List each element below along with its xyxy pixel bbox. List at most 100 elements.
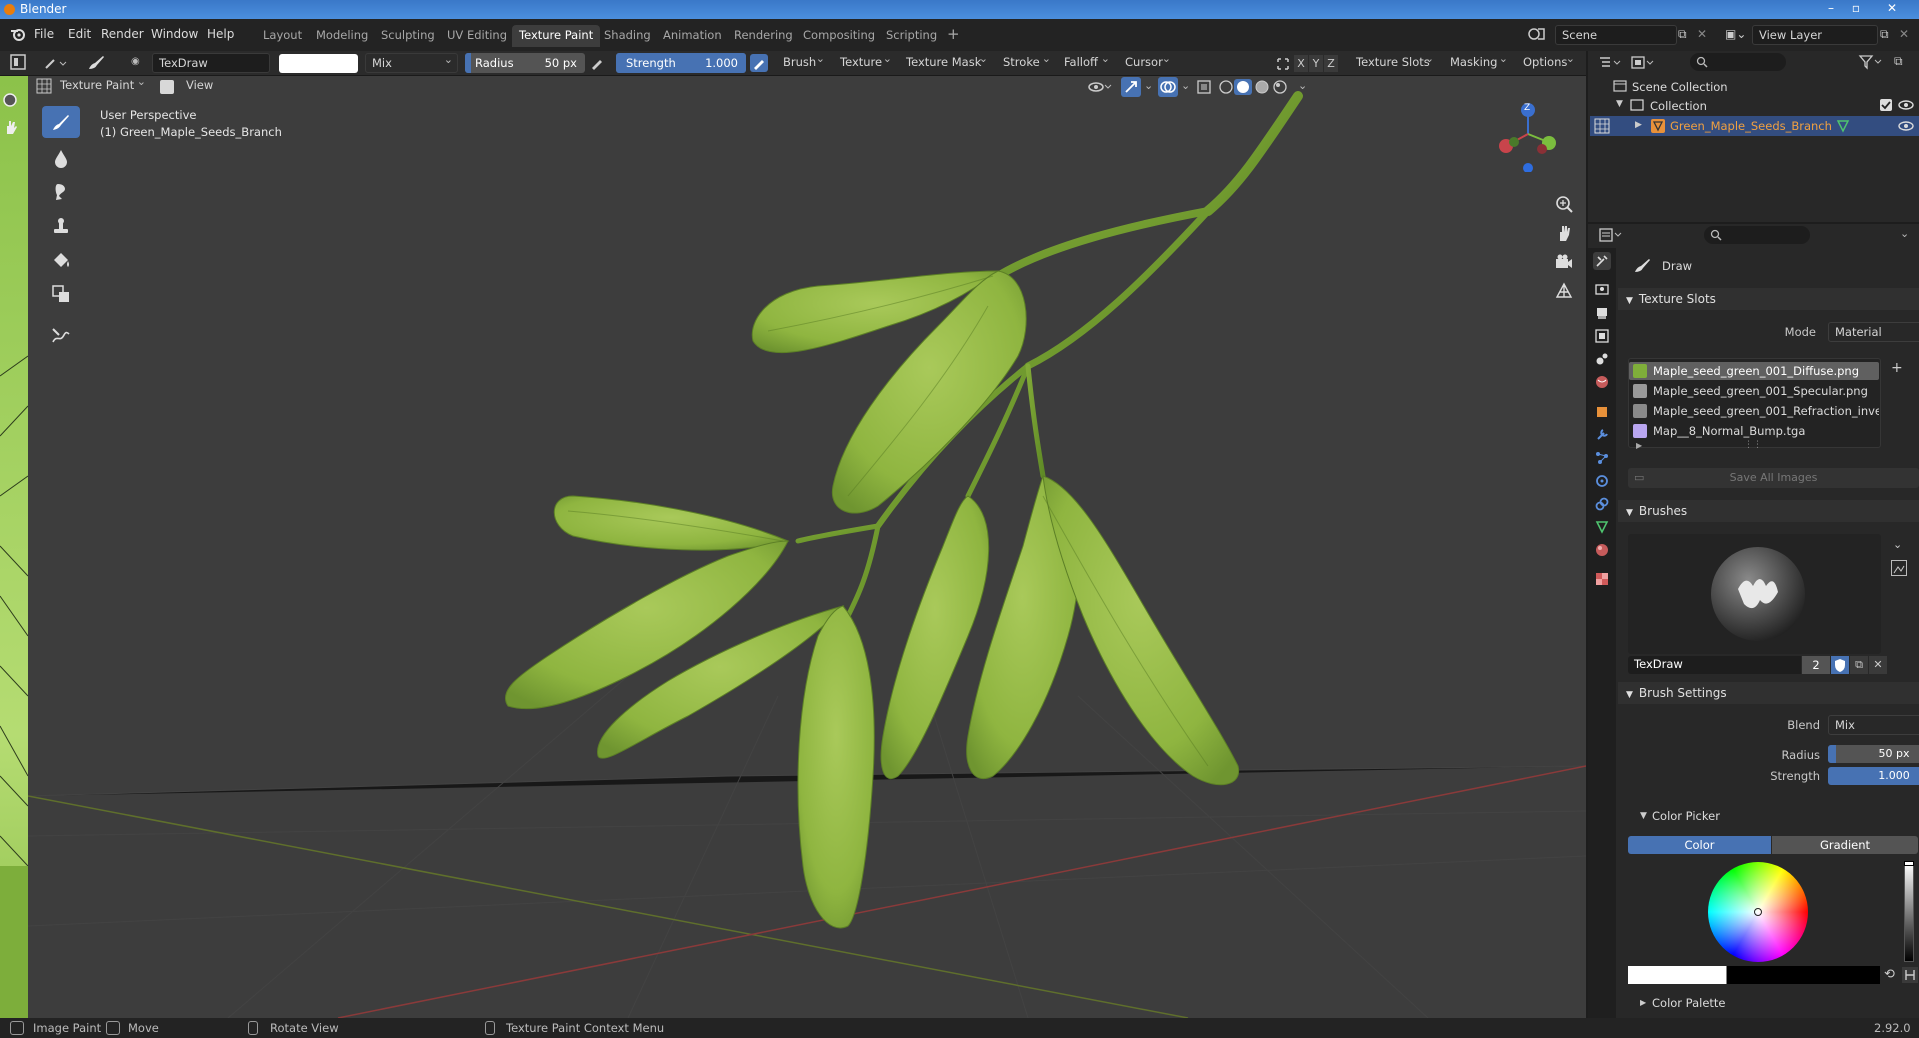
brush-blend-dropdown[interactable]: Mix <box>1828 715 1919 735</box>
tab-data-icon[interactable] <box>1593 518 1611 536</box>
save-all-images-button[interactable]: ▭ Save All Images <box>1628 468 1919 488</box>
editor-type-icon[interactable] <box>10 54 28 72</box>
tab-world-icon[interactable] <box>1593 373 1611 391</box>
close-window-button[interactable]: ✕ <box>1870 1 1914 17</box>
brush-list-chevron-icon[interactable]: ⌄ <box>1893 538 1902 551</box>
scene-selector-icon[interactable] <box>1527 25 1553 45</box>
mode-dropdown[interactable]: Texture Paint <box>54 76 150 96</box>
menu-file[interactable]: File <box>34 27 54 41</box>
navigation-gizmo[interactable]: Z <box>1494 102 1564 172</box>
brush-settings-panel-header[interactable]: ▼ Brush Settings <box>1618 682 1919 704</box>
tab-shading[interactable]: Shading <box>597 25 658 47</box>
add-texture-slot-button[interactable]: + <box>1891 360 1903 376</box>
tab-animation[interactable]: Animation <box>656 25 729 47</box>
tab-particles-icon[interactable] <box>1593 449 1611 467</box>
menu-window[interactable]: Window <box>151 27 198 41</box>
strength-pressure-icon[interactable] <box>750 54 768 72</box>
list-resize-handle-icon[interactable]: ⋮⋮ <box>1744 440 1762 450</box>
brush-menu[interactable]: Brush <box>777 53 829 73</box>
color-tab[interactable]: Color <box>1628 836 1771 854</box>
collection-label[interactable]: Collection <box>1650 99 1707 113</box>
pan-hand-icon[interactable] <box>2 118 20 136</box>
properties-options-chevron-icon[interactable]: ⌄ <box>1900 227 1909 240</box>
radius-slider[interactable]: Radius 50 px <box>465 53 585 73</box>
draw-tool-icon[interactable] <box>42 106 80 138</box>
texture-slot-item[interactable]: Maple_seed_green_001_Refraction_invert..… <box>1629 402 1879 420</box>
brushes-panel-header[interactable]: ▼ Brushes <box>1618 500 1919 522</box>
tab-scene-icon[interactable] <box>1593 350 1611 368</box>
clone-tool-icon[interactable] <box>42 210 80 242</box>
3d-viewport[interactable]: Texture Paint View ⌄ ⌄ ⌄ User Perspectiv… <box>28 76 1586 1018</box>
strength-slider[interactable]: Strength 1.000 <box>616 53 746 73</box>
object-visibility-eye-icon[interactable] <box>1898 119 1914 133</box>
tab-modifiers-icon[interactable] <box>1593 426 1611 444</box>
tab-constraints-icon[interactable] <box>1593 495 1611 513</box>
menu-help[interactable]: Help <box>207 27 234 41</box>
color-picker-title[interactable]: Color Picker <box>1652 809 1720 823</box>
outliner-search-input[interactable] <box>1690 53 1786 71</box>
gizmo-toggle-icon[interactable] <box>1121 77 1141 97</box>
fill-tool-icon[interactable] <box>42 244 80 276</box>
value-slider[interactable] <box>1904 861 1914 962</box>
cursor-menu[interactable]: Cursor <box>1119 53 1175 73</box>
falloff-menu[interactable]: Falloff <box>1058 53 1114 73</box>
brush-strength-slider[interactable]: 1.000 <box>1828 767 1919 785</box>
texture-slot-item[interactable]: Maple_seed_green_001_Specular.png <box>1629 382 1879 400</box>
texture-mask-menu[interactable]: Texture Mask <box>900 53 992 73</box>
scene-collection-label[interactable]: Scene Collection <box>1632 80 1728 94</box>
radius-pressure-icon[interactable] <box>590 56 604 70</box>
texture-slots-panel-header[interactable]: ▼ Texture Slots <box>1618 288 1919 310</box>
brush-name-field[interactable]: TexDraw <box>1628 656 1801 674</box>
tab-rendering[interactable]: Rendering <box>727 25 800 47</box>
options-menu[interactable]: Options <box>1517 53 1579 73</box>
paint-color-swatch[interactable] <box>279 54 358 73</box>
texture-paint-mode-icon[interactable] <box>36 78 54 96</box>
mirror-y-toggle[interactable]: Y <box>1309 55 1323 72</box>
xray-toggle-icon[interactable] <box>1196 79 1212 95</box>
mask-tool-icon[interactable] <box>42 278 80 310</box>
view-layer-icon[interactable]: ▣⌄ <box>1725 27 1746 41</box>
shading-options-chevron-icon[interactable]: ⌄ <box>1298 79 1308 95</box>
mirror-x-toggle[interactable]: X <box>1294 55 1308 72</box>
outliner-editor-type-icon[interactable] <box>1598 55 1624 71</box>
color-wheel[interactable] <box>1708 862 1808 962</box>
new-collection-icon[interactable]: ⧉ <box>1894 54 1910 70</box>
new-view-layer-icon[interactable]: ⧉ <box>1880 27 1889 42</box>
menu-render[interactable]: Render <box>101 27 144 41</box>
ortho-grid-icon[interactable] <box>1554 281 1574 301</box>
tab-scripting[interactable]: Scripting <box>879 25 944 47</box>
camera-view-icon[interactable] <box>1554 252 1574 272</box>
symmetry-icon[interactable] <box>1275 56 1291 72</box>
add-workspace-button[interactable]: + <box>940 22 967 44</box>
slot-mode-dropdown[interactable]: Material <box>1828 322 1919 342</box>
overlays-toggle-icon[interactable] <box>1158 77 1178 97</box>
filter-icon[interactable] <box>1858 54 1884 70</box>
color-wheel-cursor[interactable] <box>1754 908 1762 916</box>
view-layer-field[interactable]: View Layer <box>1752 25 1878 45</box>
duplicate-brush-icon[interactable]: ⧉ <box>1850 656 1868 674</box>
brush-preview-area[interactable] <box>1628 534 1881 654</box>
tab-material-icon[interactable] <box>1593 541 1611 559</box>
color-picker-collapse-icon[interactable]: ▼ <box>1640 811 1647 821</box>
tab-view-layer-icon[interactable] <box>1593 327 1611 345</box>
mesh-data-icon[interactable] <box>1836 118 1850 134</box>
image-editor-peek[interactable] <box>0 76 28 1018</box>
blend-mode-dropdown[interactable]: Mix <box>365 53 458 73</box>
fake-user-shield-icon[interactable] <box>1831 656 1849 674</box>
minimize-button[interactable]: – <box>1820 1 1842 17</box>
collection-expand-icon[interactable]: ▼ <box>1616 99 1623 109</box>
zoom-icon[interactable] <box>2 92 20 110</box>
collection-visibility-eye-icon[interactable] <box>1898 98 1914 112</box>
view-menu[interactable]: View <box>180 76 220 96</box>
gradient-tab[interactable]: Gradient <box>1772 836 1918 854</box>
tab-modeling[interactable]: Modeling <box>309 25 375 47</box>
color-jitter-toggle-icon[interactable] <box>1902 967 1918 983</box>
tab-output-icon[interactable] <box>1593 304 1611 322</box>
color-palette-expand-icon[interactable]: ▶ <box>1640 998 1646 1007</box>
collection-checkbox[interactable] <box>1880 99 1892 111</box>
tab-render-icon[interactable] <box>1593 280 1611 298</box>
unlink-brush-icon[interactable]: ✕ <box>1869 656 1887 674</box>
smear-tool-icon[interactable] <box>42 176 80 208</box>
blender-menu-icon[interactable] <box>10 27 26 41</box>
tab-tool-icon[interactable] <box>1593 252 1611 270</box>
